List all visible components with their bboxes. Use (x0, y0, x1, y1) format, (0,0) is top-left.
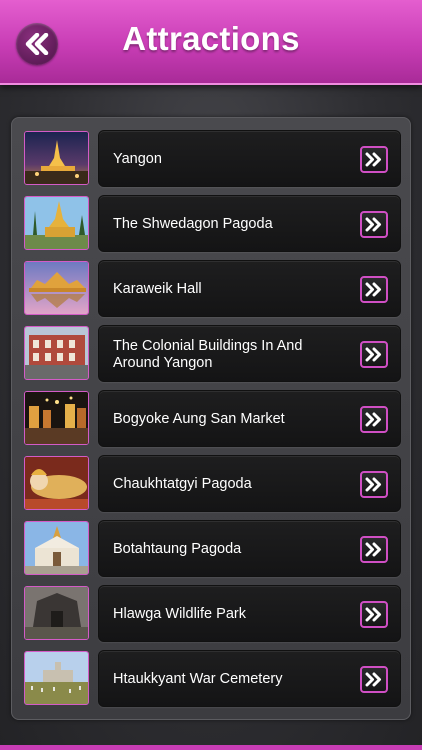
attraction-name: Htaukkyant War Cemetery (113, 671, 283, 687)
double-chevron-right-icon (365, 542, 381, 557)
open-attraction-button[interactable] (360, 406, 388, 433)
open-attraction-button[interactable] (360, 276, 388, 303)
list-item[interactable]: Chaukhtatgyi Pagoda (24, 455, 404, 512)
double-chevron-right-icon (365, 412, 381, 427)
attraction-label-box[interactable]: Hlawga Wildlife Park (98, 585, 401, 642)
attraction-thumbnail (24, 521, 89, 575)
attraction-thumbnail (24, 326, 89, 380)
open-attraction-button[interactable] (360, 471, 388, 498)
list-item[interactable]: Yangon (24, 130, 404, 187)
list-item[interactable]: Bogyoke Aung San Market (24, 390, 404, 447)
open-attraction-button[interactable] (360, 536, 388, 563)
double-chevron-right-icon (365, 607, 381, 622)
attraction-label-box[interactable]: Karaweik Hall (98, 260, 401, 317)
attraction-thumbnail (24, 261, 89, 315)
open-attraction-button[interactable] (360, 211, 388, 238)
attraction-thumbnail (24, 456, 89, 510)
list-item[interactable]: Karaweik Hall (24, 260, 404, 317)
list-item[interactable]: Htaukkyant War Cemetery (24, 650, 404, 707)
double-chevron-right-icon (365, 152, 381, 167)
double-chevron-right-icon (365, 282, 381, 297)
list-item[interactable]: The Colonial Buildings In And Around Yan… (24, 325, 404, 382)
list-item[interactable]: Botahtaung Pagoda (24, 520, 404, 577)
attraction-name: Botahtaung Pagoda (113, 541, 242, 557)
page-title: Attractions (122, 20, 300, 57)
app-header: Attractions (0, 0, 422, 85)
double-chevron-right-icon (365, 672, 381, 687)
attraction-name: Chaukhtatgyi Pagoda (113, 476, 252, 492)
attraction-name: Yangon (113, 151, 162, 167)
attraction-name: The Shwedagon Pagoda (113, 216, 273, 232)
attraction-label-box[interactable]: Bogyoke Aung San Market (98, 390, 401, 447)
attraction-name: Bogyoke Aung San Market (113, 411, 285, 427)
attraction-thumbnail (24, 651, 89, 705)
open-attraction-button[interactable] (360, 666, 388, 693)
attraction-thumbnail (24, 131, 89, 185)
attraction-label-box[interactable]: The Shwedagon Pagoda (98, 195, 401, 252)
footer-accent-bar (0, 745, 422, 750)
attraction-label-box[interactable]: The Colonial Buildings In And Around Yan… (98, 325, 401, 382)
attraction-label-box[interactable]: Chaukhtatgyi Pagoda (98, 455, 401, 512)
list-item[interactable]: Hlawga Wildlife Park (24, 585, 404, 642)
attraction-name: The Colonial Buildings In And Around Yan… (113, 337, 303, 371)
list-item[interactable]: The Shwedagon Pagoda (24, 195, 404, 252)
attraction-thumbnail (24, 391, 89, 445)
attraction-name: Hlawga Wildlife Park (113, 606, 246, 622)
attraction-label-box[interactable]: Htaukkyant War Cemetery (98, 650, 401, 707)
open-attraction-button[interactable] (360, 601, 388, 628)
attraction-label-box[interactable]: Yangon (98, 130, 401, 187)
open-attraction-button[interactable] (360, 341, 388, 368)
attractions-list: Yangon The Shwedagon Pagoda Karaweik Hal… (11, 117, 411, 720)
attraction-thumbnail (24, 586, 89, 640)
double-chevron-right-icon (365, 347, 381, 362)
double-chevron-right-icon (365, 477, 381, 492)
open-attraction-button[interactable] (360, 146, 388, 173)
attraction-label-box[interactable]: Botahtaung Pagoda (98, 520, 401, 577)
attraction-thumbnail (24, 196, 89, 250)
attraction-name: Karaweik Hall (113, 281, 202, 297)
double-chevron-right-icon (365, 217, 381, 232)
